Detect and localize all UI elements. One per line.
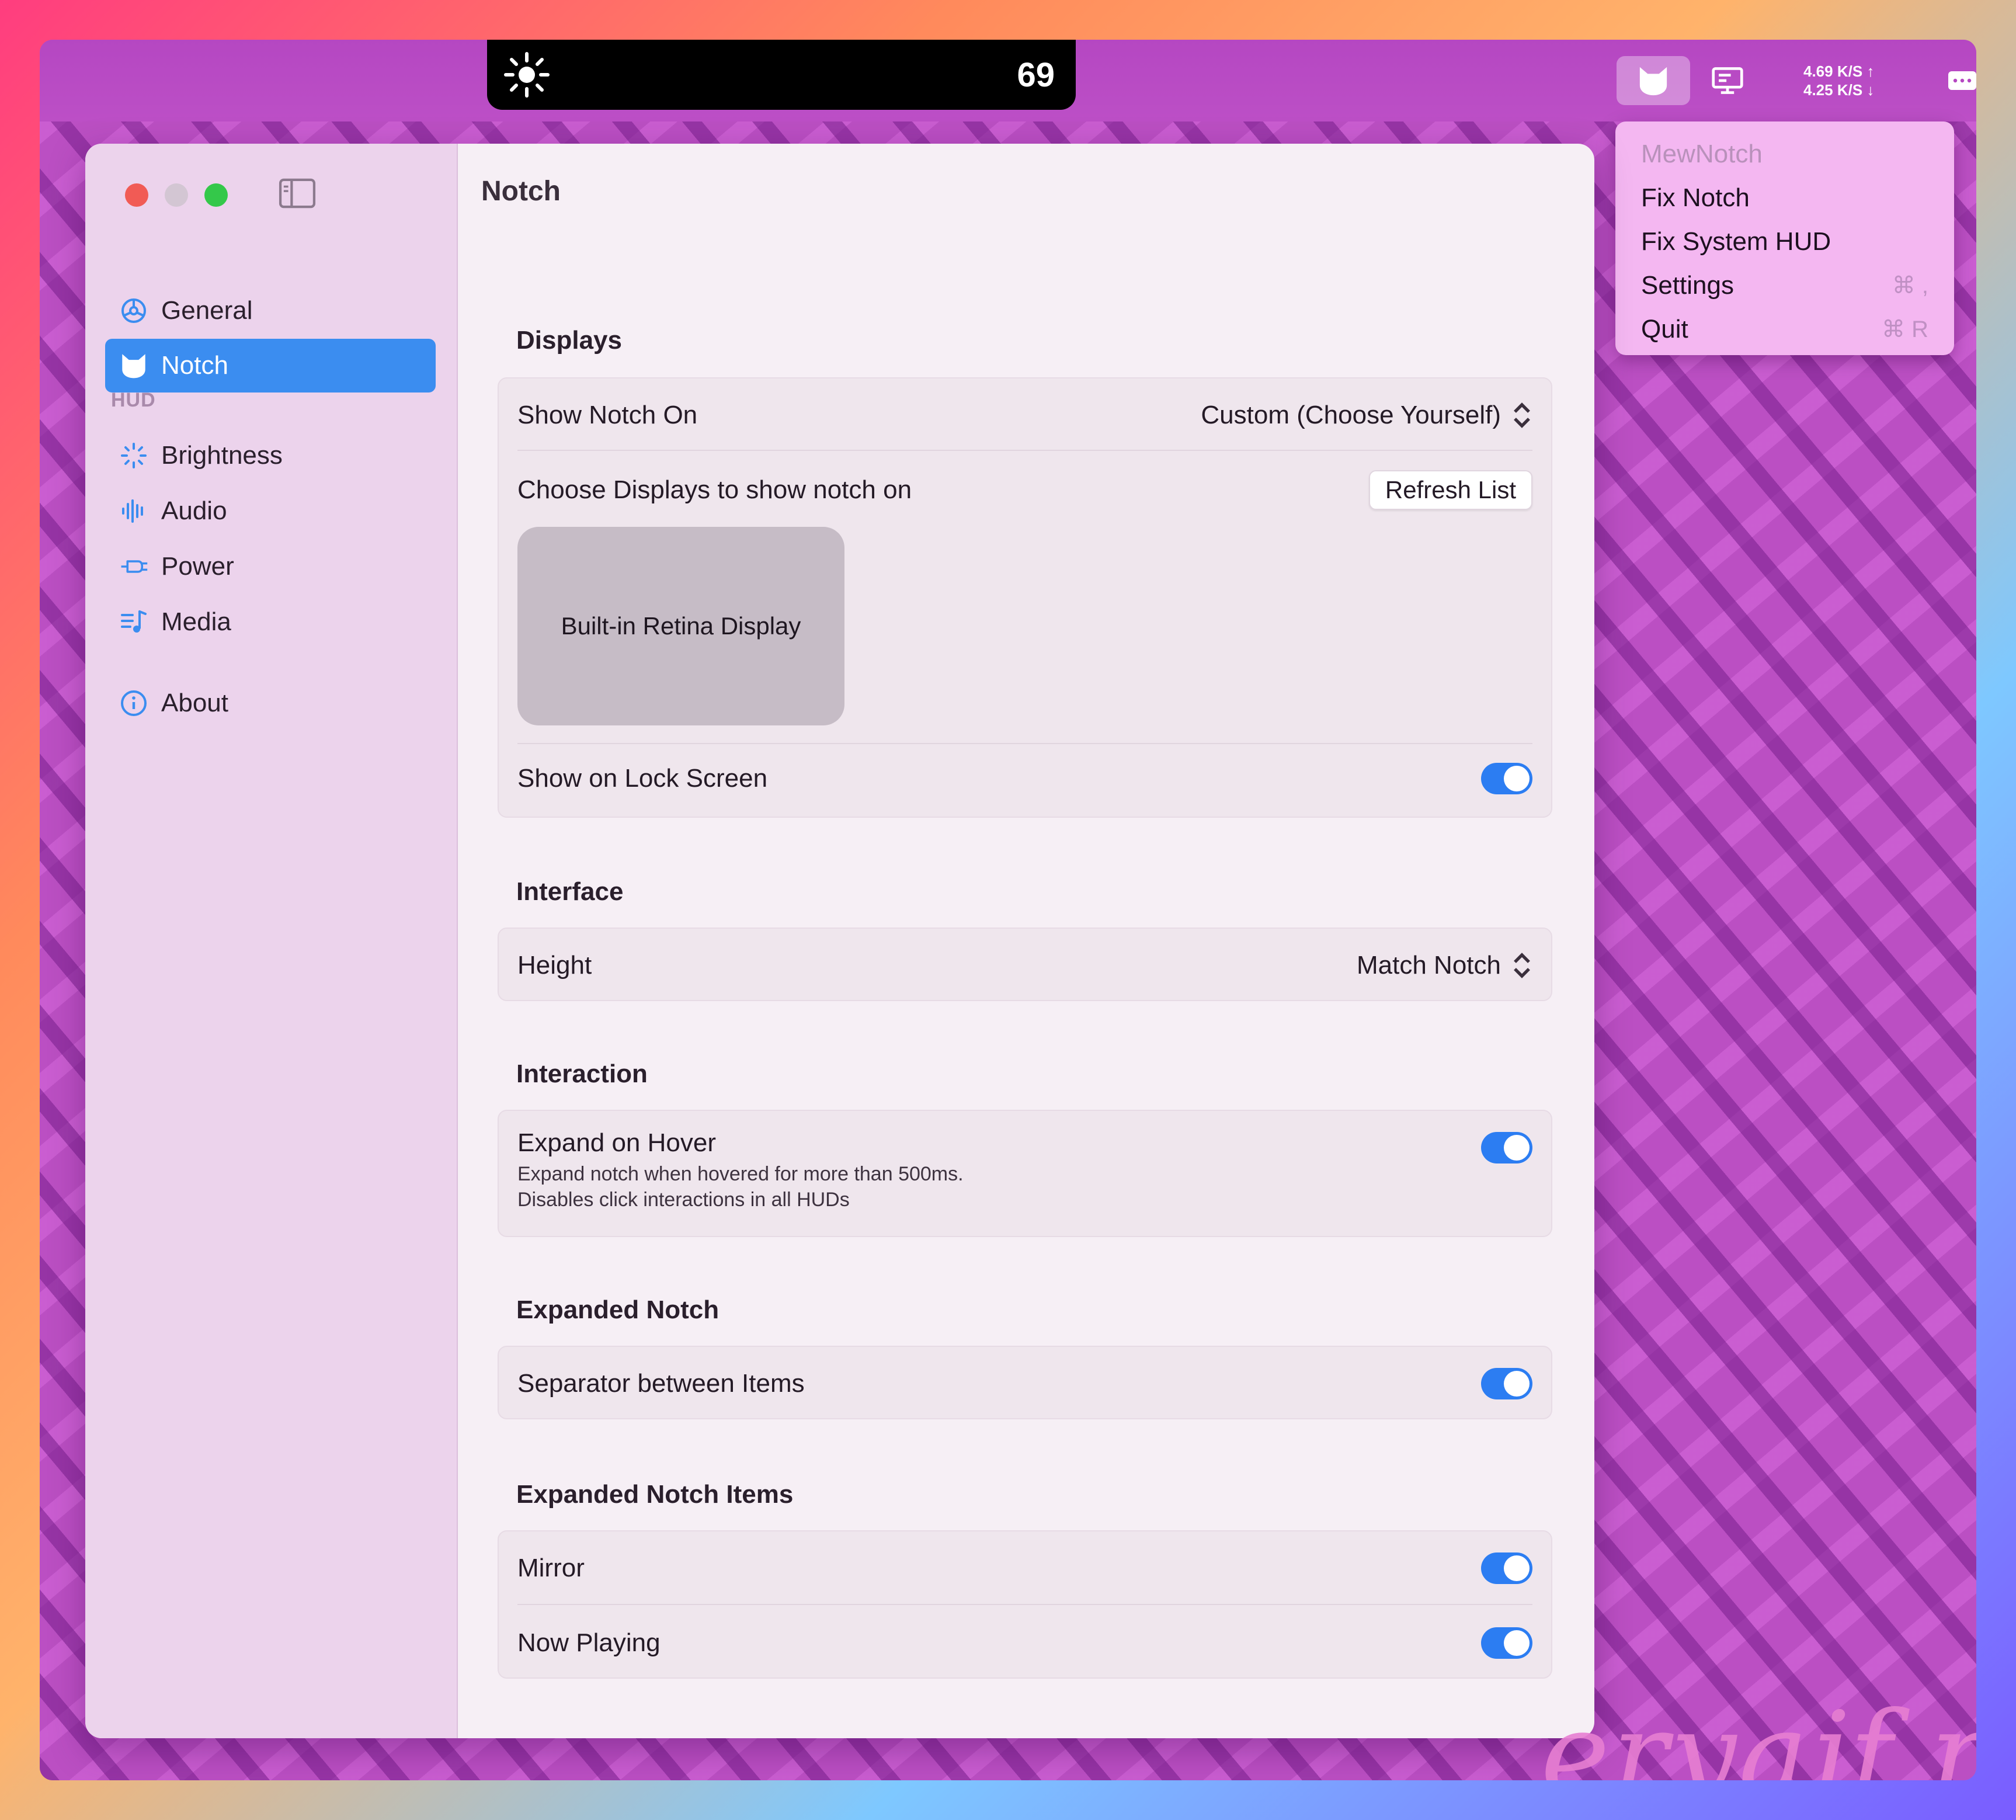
expand-hover-description: Expand notch when hovered for more than … [517,1163,964,1185]
network-speed[interactable]: 4.69 K/S ↑ 4.25 K/S ↓ [1803,56,1909,105]
menu-item-fix-notch[interactable]: Fix Notch [1615,176,1954,220]
settings-window: General Notch HUD Brightness Audio Power… [85,144,1594,1738]
sidebar-item-media[interactable]: Media [105,595,436,649]
height-label: Height [517,951,592,980]
menu-item-quit[interactable]: Quit ⌘ R [1615,307,1954,351]
expanded-items-card: Mirror Now Playing [498,1530,1552,1679]
sidebar-toggle-icon[interactable] [278,178,317,209]
desktop-screen: 69 4.69 K/S ↑ 4.25 K/S ↓ MewNotch Fix No… [40,40,1976,1780]
separator-label: Separator between Items [517,1369,805,1398]
section-displays-heading: Displays [516,326,622,355]
sidebar-item-general[interactable]: General [105,284,436,338]
waveform-icon [119,496,148,526]
cat-icon [119,351,148,380]
expand-hover-toggle[interactable] [1481,1132,1532,1163]
section-expanded-items-heading: Expanded Notch Items [516,1480,794,1509]
settings-shortcut: ⌘ , [1892,272,1928,298]
watermark: eryajf.net [1541,1687,1976,1780]
cat-icon [1639,67,1667,96]
now-playing-row: Now Playing [517,1617,1532,1669]
choose-displays-row: Choose Displays to show notch on Refresh… [517,464,1532,516]
menu-bar: 69 4.69 K/S ↑ 4.25 K/S ↓ [40,40,1976,121]
close-window-button[interactable] [125,183,148,207]
sidebar-item-label: About [161,689,228,717]
mirror-row: Mirror [517,1542,1532,1595]
choose-displays-label: Choose Displays to show notch on [517,475,912,504]
show-notch-on-select[interactable]: Custom (Choose Yourself) [1201,401,1532,430]
mirror-label: Mirror [517,1554,585,1582]
minimize-window-button[interactable] [165,183,188,207]
expand-hover-label: Expand on Hover [517,1128,716,1157]
notch-hud[interactable]: 69 [487,40,1076,110]
sidebar-item-label: Power [161,552,234,581]
monitor-icon [1712,67,1743,94]
chevron-updown-icon [1514,402,1530,428]
brightness-icon [119,441,148,470]
interface-card: Height Match Notch [498,928,1552,1001]
section-expanded-notch-heading: Expanded Notch [516,1295,719,1324]
display-tile-builtin[interactable]: Built-in Retina Display [517,527,844,725]
displays-card: Show Notch On Custom (Choose Yourself) C… [498,377,1552,818]
settings-content: Notch Displays Show Notch On Custom (Cho… [458,144,1594,1738]
lock-screen-label: Show on Lock Screen [517,764,768,793]
sidebar-item-audio[interactable]: Audio [105,484,436,538]
sidebar-item-label: General [161,296,253,325]
show-notch-on-label: Show Notch On [517,401,698,429]
power-plug-icon [119,552,148,581]
notch-hud-value: 69 [1017,55,1055,94]
page-title: Notch [481,176,561,207]
interaction-card: Expand on Hover Expand notch when hovere… [498,1110,1552,1237]
mewnotch-dropdown-menu: MewNotch Fix Notch Fix System HUD Settin… [1615,121,1954,355]
mirror-toggle[interactable] [1481,1552,1532,1584]
now-playing-toggle[interactable] [1481,1627,1532,1659]
display-tile-label: Built-in Retina Display [561,612,801,640]
menu-item-settings[interactable]: Settings ⌘ , [1615,263,1954,307]
expanded-notch-card: Separator between Items [498,1346,1552,1419]
ellipsis-icon [1948,71,1976,90]
sidebar-item-notch[interactable]: Notch [105,339,436,393]
display-menu-icon[interactable] [1698,56,1757,105]
sidebar-item-power[interactable]: Power [105,540,436,593]
expand-hover-text: Expand on Hover Expand notch when hovere… [517,1128,1469,1213]
sidebar-item-about[interactable]: About [105,676,436,730]
menu-item-fix-system-hud[interactable]: Fix System HUD [1615,220,1954,263]
more-menu-icon[interactable] [1945,56,1976,105]
network-upload: 4.69 K/S ↑ [1803,62,1875,80]
divider [517,450,1532,451]
height-select[interactable]: Match Notch [1357,951,1532,980]
menu-app-name: MewNotch [1641,139,1763,168]
sidebar: General Notch HUD Brightness Audio Power… [85,144,458,1738]
music-list-icon [119,607,148,637]
zoom-window-button[interactable] [204,183,228,207]
separator-toggle[interactable] [1481,1368,1532,1399]
now-playing-label: Now Playing [517,1628,661,1657]
sidebar-item-label: Notch [161,351,228,380]
sidebar-item-label: Audio [161,496,227,525]
brightness-icon [504,52,550,98]
sidebar-item-label: Media [161,607,231,636]
network-download: 4.25 K/S ↓ [1803,81,1875,99]
section-interaction-heading: Interaction [516,1060,648,1088]
section-interface-heading: Interface [516,877,624,906]
height-row: Height Match Notch [517,939,1532,992]
lock-screen-toggle[interactable] [1481,763,1532,794]
gear-icon [119,296,148,325]
mewnotch-menu-icon[interactable] [1617,56,1690,105]
expand-hover-description-2: Disables click interactions in all HUDs [517,1189,850,1211]
divider [517,1604,1532,1605]
refresh-list-button[interactable]: Refresh List [1368,470,1532,510]
divider [517,743,1532,744]
quit-shortcut: ⌘ R [1882,316,1928,342]
sidebar-item-label: Brightness [161,441,283,470]
separator-row: Separator between Items [517,1357,1532,1410]
sidebar-section-hud: HUD [111,389,156,411]
info-icon [119,689,148,718]
lock-screen-row: Show on Lock Screen [517,752,1532,805]
chevron-updown-icon [1514,953,1530,978]
sidebar-item-brightness[interactable]: Brightness [105,429,436,482]
show-notch-on-row: Show Notch On Custom (Choose Yourself) [517,389,1532,442]
